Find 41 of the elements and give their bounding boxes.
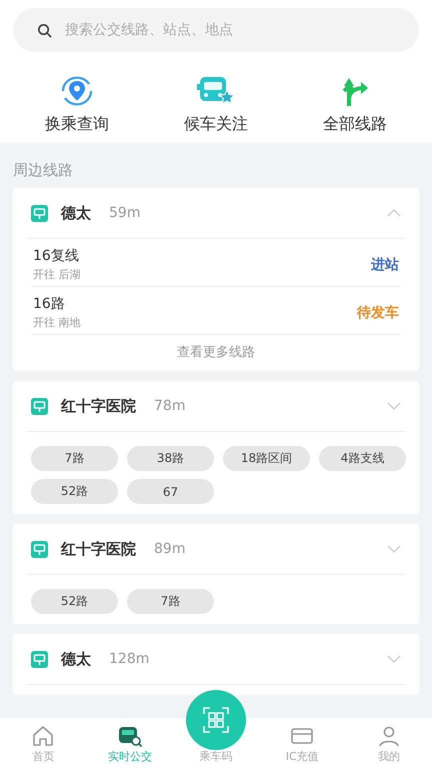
user-icon — [376, 725, 401, 747]
route-chip[interactable]: 52路 — [31, 479, 118, 504]
route-chip[interactable]: 67 — [127, 479, 214, 504]
bus-stop-icon — [31, 540, 48, 558]
station-distance: 89m — [154, 541, 186, 557]
bus-stop-icon — [31, 204, 48, 222]
route-name[interactable]: 16复线 — [33, 247, 80, 265]
chevron-icon[interactable] — [387, 655, 401, 663]
station-distance: 78m — [154, 398, 186, 414]
bus-status: 进站 — [371, 256, 399, 274]
section-title: 周边线路 — [13, 161, 74, 180]
route-chip[interactable]: 7路 — [31, 446, 118, 471]
station-name: 德太 — [61, 204, 91, 222]
chevron-icon[interactable] — [387, 545, 401, 553]
bus-search-icon — [116, 725, 143, 747]
station-distance: 59m — [109, 205, 140, 221]
chevron-icon[interactable] — [387, 209, 401, 217]
station-name: 红十字医院 — [61, 540, 136, 558]
route-chip[interactable]: 18路区间 — [223, 446, 310, 471]
search-field[interactable]: 搜索公交线路、站点、地点 — [13, 8, 419, 52]
station-name: 德太 — [61, 650, 91, 668]
bus-stop-icon — [31, 650, 48, 668]
route-chip[interactable]: 4路支线 — [319, 446, 406, 471]
home-icon — [31, 725, 56, 747]
card-icon — [290, 725, 314, 747]
chevron-icon[interactable] — [387, 402, 401, 410]
quick-action[interactable]: 候车关注 — [156, 74, 276, 135]
search-icon — [37, 23, 52, 38]
qr-code-icon — [203, 707, 229, 733]
route-name[interactable]: 16路 — [33, 295, 80, 313]
station-name: 红十字医院 — [61, 396, 136, 416]
bus-stop-icon — [31, 398, 48, 414]
quick-action[interactable]: 换乘查询 — [17, 74, 137, 135]
route-direction: 开往 南地 — [33, 315, 80, 330]
route-chip[interactable]: 52路 — [31, 589, 118, 614]
route-chip[interactable]: 38路 — [127, 446, 214, 471]
bus-status: 待发车 — [357, 304, 399, 322]
station-distance: 128m — [109, 651, 150, 667]
route-direction: 开往 后湖 — [33, 267, 80, 282]
quick-action[interactable]: 全部线路 — [295, 74, 415, 135]
route-chip[interactable]: 7路 — [127, 589, 214, 614]
